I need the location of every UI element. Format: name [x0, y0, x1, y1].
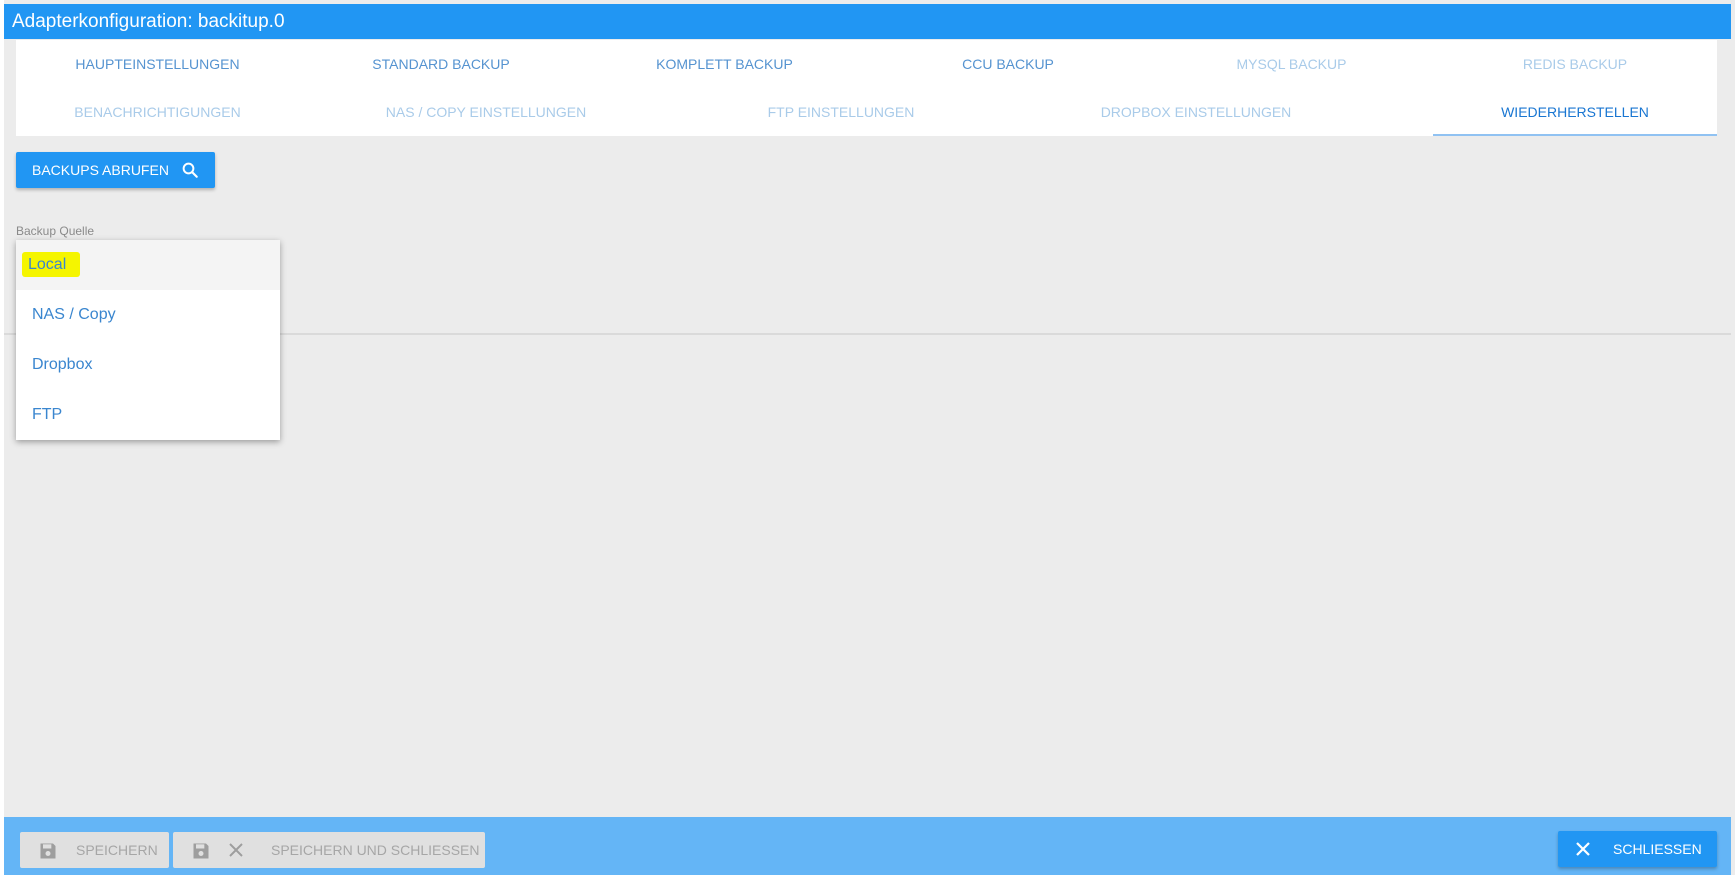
- tab-ftp-einstellungen: FTP EINSTELLUNGEN: [767, 104, 915, 120]
- tab-bar: HAUPTEINSTELLUNGEN STANDARD BACKUP KOMPL…: [16, 40, 1717, 136]
- save-and-close-button[interactable]: SPEICHERN UND SCHLIESSEN: [173, 832, 485, 868]
- save-icon: [193, 843, 209, 859]
- fetch-backups-button[interactable]: BACKUPS ABRUFEN: [16, 152, 215, 188]
- close-icon: [1576, 842, 1590, 856]
- tab-nas-copy-einstellungen: NAS / COPY EINSTELLUNGEN: [385, 104, 587, 120]
- save-and-close-label: SPEICHERN UND SCHLIESSEN: [271, 842, 480, 858]
- option-label: NAS / Copy: [32, 306, 116, 323]
- tab-mysql-backup: MYSQL BACKUP: [1236, 56, 1347, 72]
- window-title: Adapterkonfiguration: backitup.0: [4, 4, 1731, 39]
- save-label: SPEICHERN: [76, 842, 158, 858]
- close-button[interactable]: SCHLIESSEN: [1558, 831, 1717, 867]
- backup-source-label: Backup Quelle: [16, 224, 95, 238]
- tab-standard-backup[interactable]: STANDARD BACKUP: [299, 40, 583, 88]
- option-dropbox[interactable]: Dropbox: [16, 340, 280, 390]
- option-local[interactable]: Local: [16, 240, 280, 290]
- search-icon: [182, 162, 198, 178]
- window-border: [0, 0, 4, 875]
- option-label: FTP: [32, 406, 63, 423]
- save-icon: [40, 843, 56, 859]
- tab-haupteinstellungen[interactable]: HAUPTEINSTELLUNGEN: [16, 40, 299, 88]
- close-label: SCHLIESSEN: [1613, 841, 1702, 857]
- fetch-backups-label: BACKUPS ABRUFEN: [32, 162, 169, 178]
- tab-wiederherstellen[interactable]: WIEDERHERSTELLEN: [1433, 88, 1717, 136]
- footer-bar: SPEICHERN SPEICHERN UND SCHLIESSEN SCHLI…: [4, 817, 1731, 875]
- tab-benachrichtigungen: BENACHRICHTIGUNGEN: [74, 104, 241, 120]
- option-nas-copy[interactable]: NAS / Copy: [16, 290, 280, 340]
- tab-komplett-backup[interactable]: KOMPLETT BACKUP: [583, 40, 866, 88]
- save-button[interactable]: SPEICHERN: [20, 832, 169, 868]
- tab-ccu-backup[interactable]: CCU BACKUP: [866, 40, 1150, 88]
- option-label: Dropbox: [32, 356, 93, 373]
- option-ftp[interactable]: FTP: [16, 390, 280, 440]
- tab-dropbox-einstellungen: DROPBOX EINSTELLUNGEN: [1100, 104, 1292, 120]
- tab-redis-backup: REDIS BACKUP: [1522, 56, 1628, 72]
- backup-source-dropdown[interactable]: Local NAS / Copy Dropbox FTP: [16, 240, 280, 440]
- option-label: Local: [22, 252, 81, 277]
- close-icon: [229, 843, 243, 857]
